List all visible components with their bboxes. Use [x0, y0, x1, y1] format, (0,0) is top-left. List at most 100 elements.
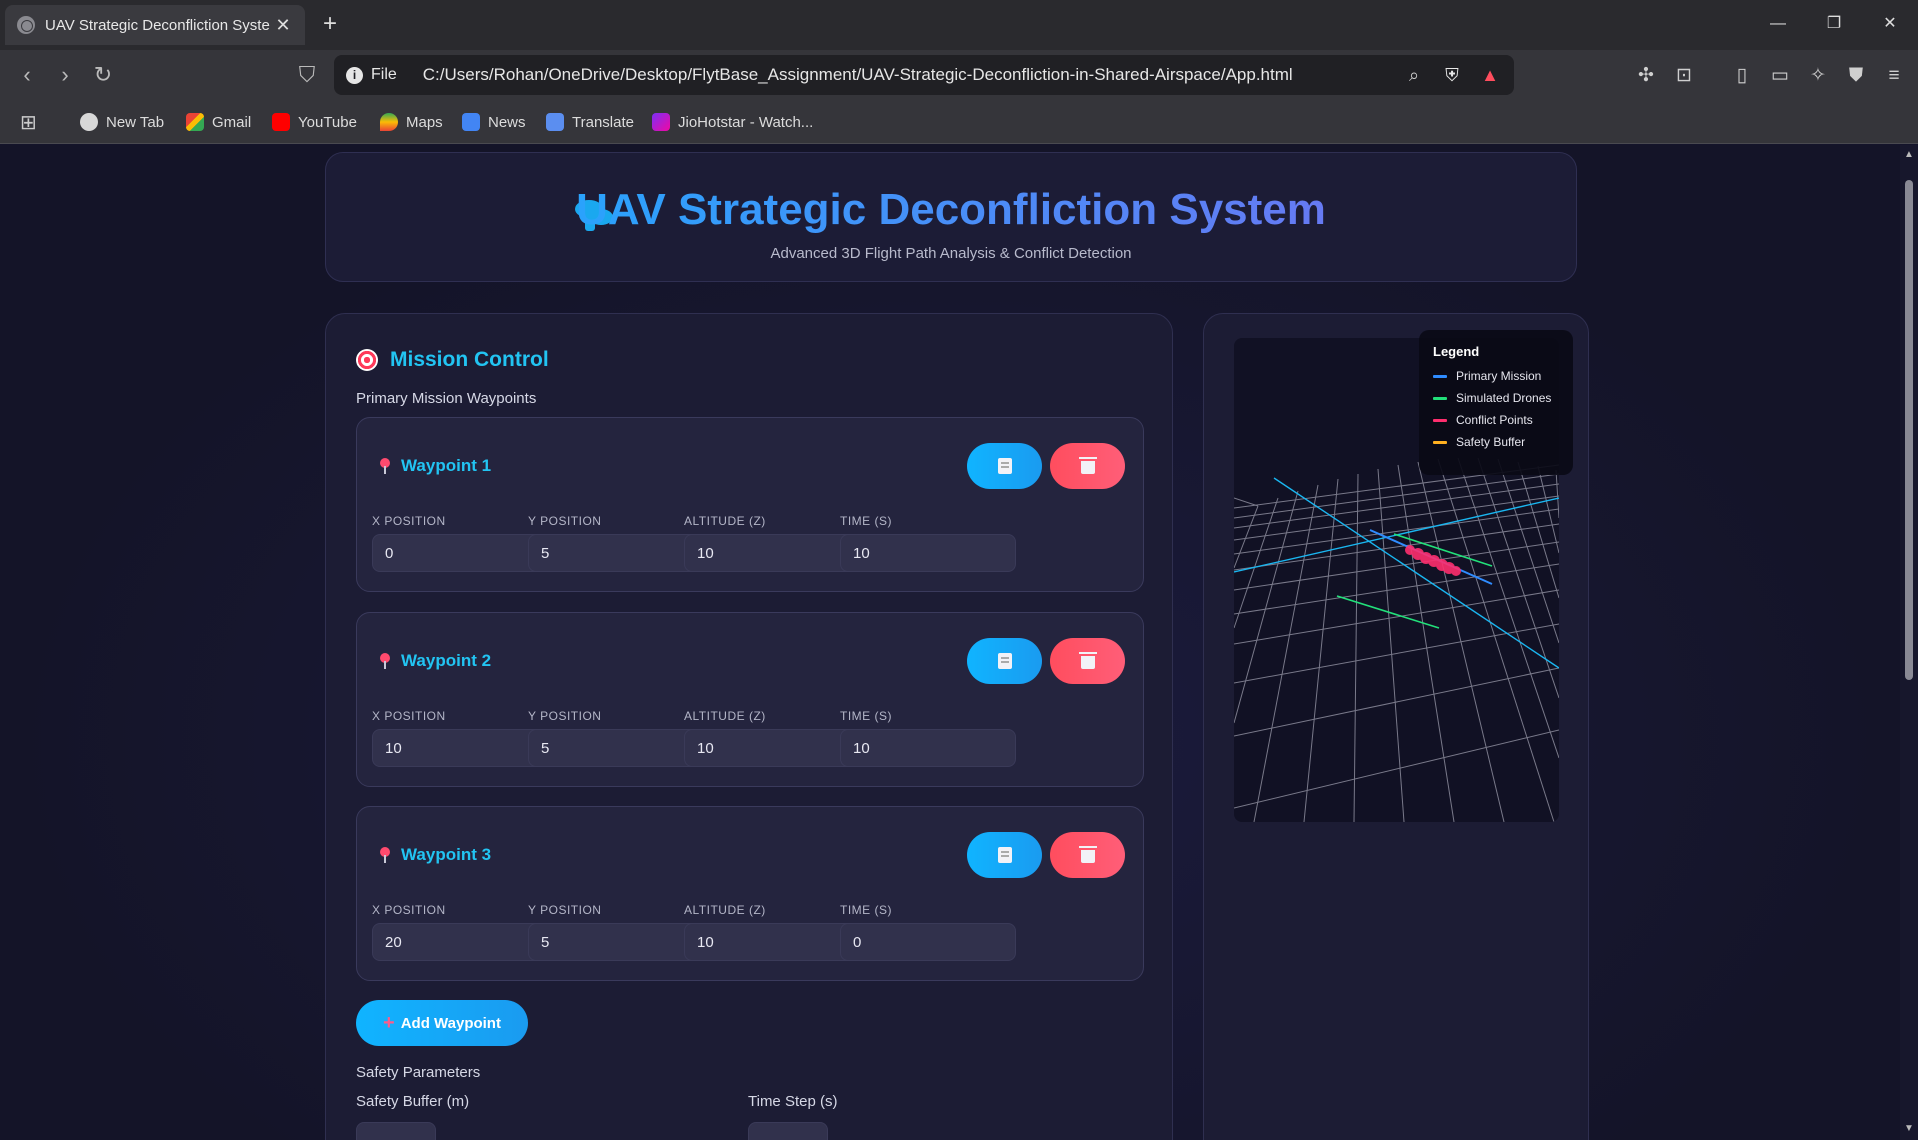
- y-field: Y POSITION: [528, 709, 704, 767]
- waypoint-card: Waypoint 3 X POSITION Y POSITION ALTITUD…: [356, 806, 1144, 981]
- copy-icon: [997, 458, 1012, 474]
- minimize-button[interactable]: —: [1750, 0, 1806, 50]
- copy-icon: [997, 653, 1012, 669]
- forward-icon[interactable]: ›: [50, 60, 80, 90]
- tab-search-icon[interactable]: ⊡: [1670, 62, 1698, 90]
- z-field: ALTITUDE (Z): [684, 514, 860, 572]
- bookmark-news[interactable]: News: [462, 110, 526, 134]
- mission-control-heading: Mission Control: [356, 348, 549, 372]
- waypoint-card: Waypoint 1 X POSITION Y POSITION ALTITUD…: [356, 417, 1144, 592]
- x-field: X POSITION: [372, 903, 548, 961]
- legend-item: Safety Buffer: [1433, 435, 1559, 449]
- mission-control-panel: Mission Control Primary Mission Waypoint…: [325, 313, 1173, 1140]
- page-title: UAV Strategic Deconfliction System: [326, 185, 1576, 235]
- delete-waypoint-button[interactable]: [1050, 832, 1125, 878]
- waypoint-name: Waypoint 1: [401, 456, 492, 475]
- duplicate-waypoint-button[interactable]: [967, 832, 1042, 878]
- x-position-input[interactable]: [372, 729, 548, 767]
- x-field: X POSITION: [372, 514, 548, 572]
- browser-tab-bar: UAV Strategic Deconfliction Syste ✕ + — …: [0, 0, 1918, 50]
- apps-grid-icon[interactable]: ⊞: [20, 110, 37, 134]
- time-field: TIME (S): [840, 514, 1016, 572]
- safety-parameters-label: Safety Parameters: [356, 1064, 481, 1081]
- bookmark-icon[interactable]: ⛉: [292, 60, 322, 90]
- brave-shield-icon[interactable]: ⛨: [1440, 63, 1464, 87]
- pin-icon: [379, 653, 391, 669]
- altitude-input[interactable]: [684, 534, 860, 572]
- add-waypoint-button[interactable]: + Add Waypoint: [356, 1000, 528, 1046]
- reload-icon[interactable]: ↻: [88, 60, 118, 90]
- legend-item: Conflict Points: [1433, 413, 1559, 427]
- safety-buffer-input[interactable]: [356, 1122, 436, 1140]
- vpn-icon[interactable]: ⛊: [1842, 62, 1870, 90]
- menu-icon[interactable]: ≡: [1880, 62, 1908, 90]
- leo-ai-icon[interactable]: ✧: [1804, 62, 1832, 90]
- legend-swatch: [1433, 440, 1447, 444]
- translate-icon: [546, 113, 564, 131]
- z-field: ALTITUDE (Z): [684, 903, 860, 961]
- waypoint-header: Waypoint 1: [379, 456, 491, 476]
- time-step-label: Time Step (s): [748, 1093, 838, 1110]
- x-position-input[interactable]: [372, 534, 548, 572]
- bookmark-jiohotstar[interactable]: JioHotstar - Watch...: [652, 110, 813, 134]
- gmail-icon: [186, 113, 204, 131]
- time-input[interactable]: [840, 923, 1016, 961]
- restore-button[interactable]: ❐: [1806, 0, 1862, 50]
- time-field: TIME (S): [840, 709, 1016, 767]
- bookmark-maps[interactable]: Maps: [380, 110, 443, 134]
- bookmark-gmail[interactable]: Gmail: [186, 110, 251, 134]
- wallet-icon[interactable]: ▭: [1766, 62, 1794, 90]
- bookmark-new-tab[interactable]: New Tab: [80, 110, 164, 134]
- pin-icon: [379, 458, 391, 474]
- browser-tab[interactable]: UAV Strategic Deconfliction Syste ✕: [5, 5, 305, 45]
- youtube-icon: [272, 113, 290, 131]
- y-position-input[interactable]: [528, 534, 704, 572]
- y-position-input[interactable]: [528, 923, 704, 961]
- x-position-input[interactable]: [372, 923, 548, 961]
- scrollbar-thumb[interactable]: [1905, 180, 1913, 680]
- scroll-down-icon[interactable]: ▼: [1904, 1123, 1914, 1134]
- maps-icon: [380, 113, 398, 131]
- trash-icon: [1078, 652, 1097, 669]
- header-card: UAV Strategic Deconfliction System Advan…: [325, 152, 1577, 282]
- page-scrollbar[interactable]: ▲ ▼: [1900, 145, 1918, 1140]
- close-window-button[interactable]: ✕: [1862, 0, 1918, 50]
- close-tab-icon[interactable]: ✕: [273, 15, 293, 36]
- altitude-input[interactable]: [684, 923, 860, 961]
- brave-rewards-icon[interactable]: ▲: [1478, 63, 1502, 87]
- info-icon[interactable]: i: [346, 66, 363, 84]
- time-input[interactable]: [840, 729, 1016, 767]
- legend-swatch: [1433, 396, 1447, 400]
- bookmark-translate[interactable]: Translate: [546, 110, 634, 134]
- globe-icon: [80, 113, 98, 131]
- time-input[interactable]: [840, 534, 1016, 572]
- legend-title: Legend: [1433, 344, 1480, 359]
- url-scheme: File: [371, 66, 397, 83]
- safety-buffer-label: Safety Buffer (m): [356, 1093, 470, 1110]
- jiohotstar-icon: [652, 113, 670, 131]
- new-tab-button[interactable]: +: [315, 10, 345, 40]
- duplicate-waypoint-button[interactable]: [967, 443, 1042, 489]
- sidebar-icon[interactable]: ▯: [1728, 62, 1756, 90]
- zoom-icon[interactable]: ⌕: [1402, 63, 1426, 87]
- extensions-icon[interactable]: ✣: [1632, 62, 1660, 90]
- waypoint-name: Waypoint 3: [401, 845, 492, 864]
- target-icon: [356, 349, 378, 371]
- legend-swatch: [1433, 418, 1447, 422]
- time-step-input[interactable]: [748, 1122, 828, 1140]
- address-bar[interactable]: i File C:/Users/Rohan/OneDrive/Desktop/F…: [334, 55, 1514, 95]
- bookmark-youtube[interactable]: YouTube: [272, 110, 357, 134]
- legend-item: Primary Mission: [1433, 369, 1559, 383]
- y-position-input[interactable]: [528, 729, 704, 767]
- legend: Legend Primary Mission Simulated Drones …: [1419, 330, 1573, 475]
- url-text[interactable]: C:/Users/Rohan/OneDrive/Desktop/FlytBase…: [423, 65, 1388, 85]
- page-viewport: UAV Strategic Deconfliction System Advan…: [0, 145, 1900, 1140]
- waypoint-card: Waypoint 2 X POSITION Y POSITION ALTITUD…: [356, 612, 1144, 787]
- ground-grid: [1234, 457, 1559, 822]
- duplicate-waypoint-button[interactable]: [967, 638, 1042, 684]
- scroll-up-icon[interactable]: ▲: [1904, 149, 1914, 160]
- back-icon[interactable]: ‹: [12, 60, 42, 90]
- delete-waypoint-button[interactable]: [1050, 638, 1125, 684]
- altitude-input[interactable]: [684, 729, 860, 767]
- delete-waypoint-button[interactable]: [1050, 443, 1125, 489]
